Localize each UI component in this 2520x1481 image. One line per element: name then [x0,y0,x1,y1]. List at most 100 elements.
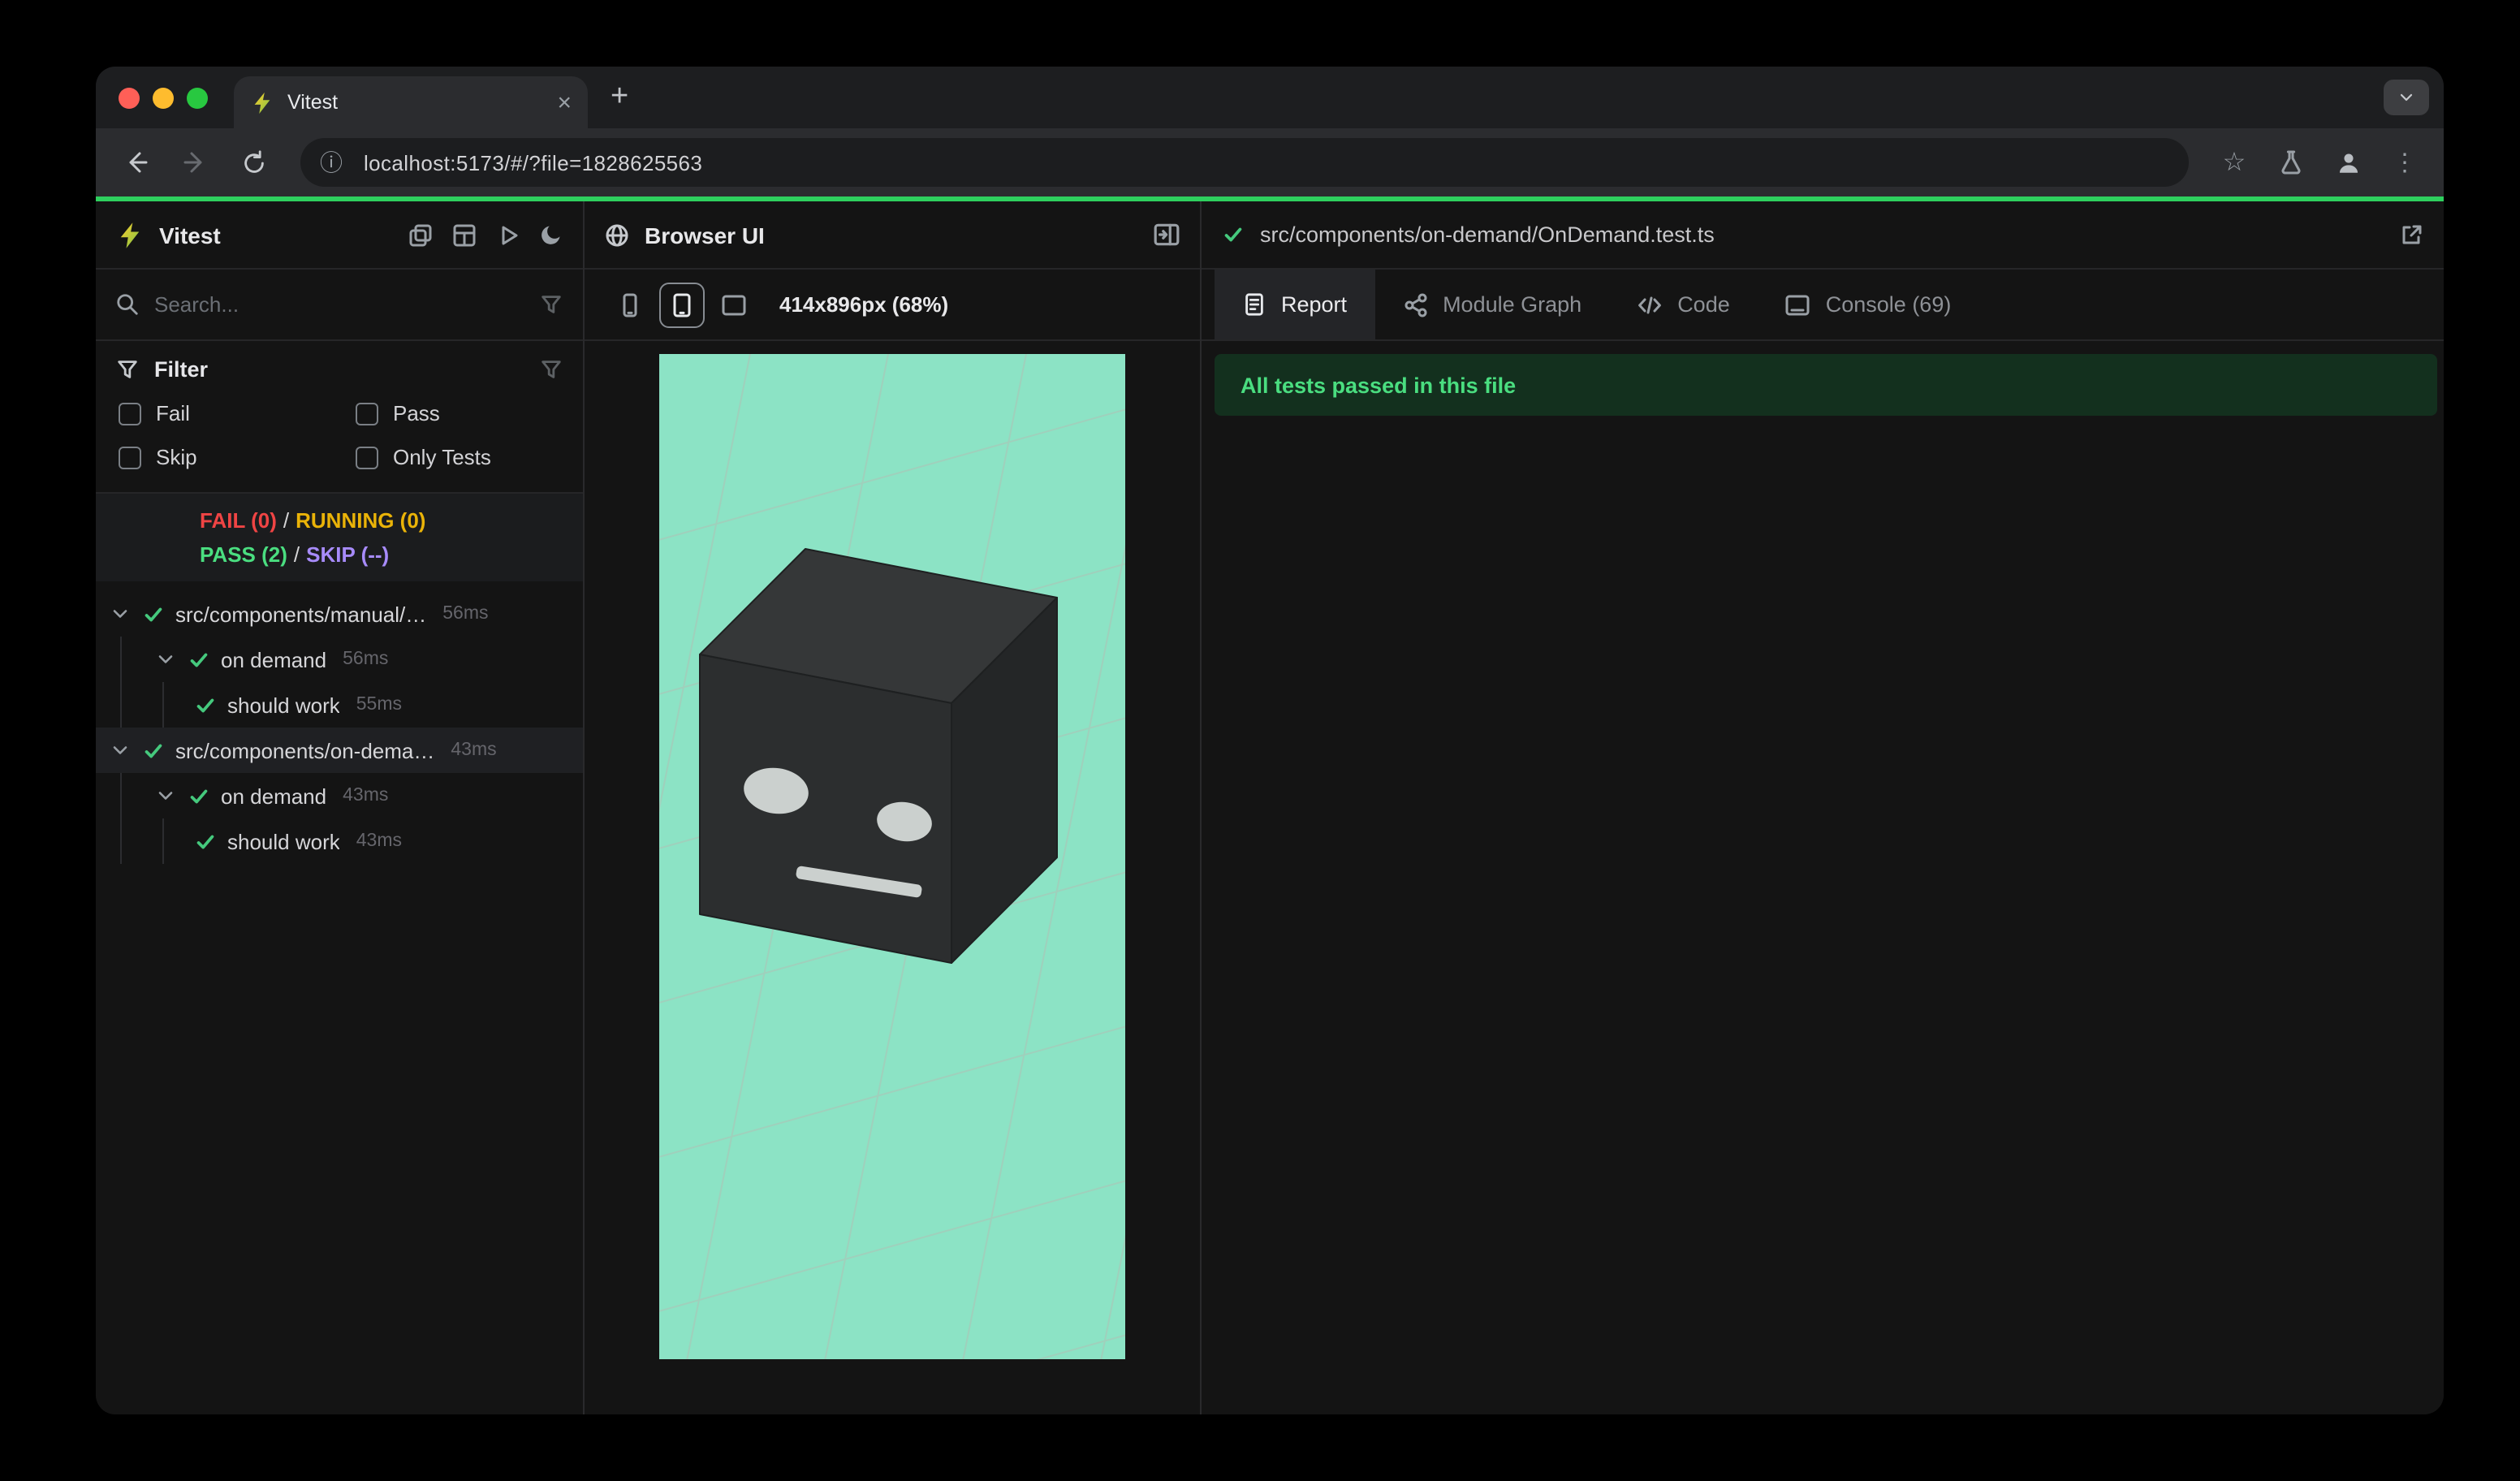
minimize-window-button[interactable] [153,87,174,108]
search-row [96,270,583,341]
chevron-down-icon[interactable] [154,648,177,671]
tab-close-icon[interactable]: × [557,90,572,114]
test-duration: 43ms [451,740,497,760]
search-input[interactable] [154,292,524,317]
dashboard-windows-icon[interactable] [408,222,434,248]
tab-module-graph[interactable]: Module Graph [1374,270,1609,339]
filter-checkbox-only-tests[interactable]: Only Tests [356,445,563,469]
tablet-icon [673,292,691,317]
clear-filter-icon[interactable] [539,292,563,317]
test-file-label: src/components/manual/… [175,602,427,626]
checkbox-label: Only Tests [393,445,491,469]
checkbox-label: Fail [156,401,190,425]
desktop: Vitest × + ⓘ localhost:5173/#/?file=1828… [0,0,2520,1481]
filter-checkbox-fail[interactable]: Fail [119,401,356,425]
checkbox[interactable] [356,446,378,468]
url-bar[interactable]: ⓘ localhost:5173/#/?file=1828625563 [300,138,2189,187]
test-file-label: src/components/on-dema… [175,738,435,762]
dark-mode-moon-icon[interactable] [539,222,563,247]
tree-row-file-selected[interactable]: src/components/on-dema… 43ms [96,728,583,773]
tab-search-button[interactable] [2384,80,2429,115]
tab-report[interactable]: Report [1215,270,1375,339]
back-arrow-icon [129,152,148,173]
tab-label: Report [1281,292,1348,317]
checkbox-label: Skip [156,445,197,469]
profile-avatar-icon[interactable] [2325,140,2371,185]
test-suite-label: on demand [221,647,327,671]
pass-check-icon [190,652,208,667]
chevron-down-icon[interactable] [109,602,132,625]
tested-app-viewport[interactable] [659,354,1125,1359]
back-button[interactable] [112,138,161,187]
checkbox[interactable] [119,446,141,468]
site-info-icon[interactable]: ⓘ [313,145,349,180]
browser-ui-panel: Browser UI 414x896px (68%) [585,201,1202,1414]
filter-reset-icon[interactable] [539,357,563,382]
robot-cube [699,548,1058,964]
tab-title: Vitest [287,91,339,114]
checkbox[interactable] [119,402,141,425]
test-summary: FAIL (0) / RUNNING (0) PASS (2) / SKIP (--) [96,494,583,581]
tree-row-test[interactable]: should work 55ms [96,682,583,728]
tab-code[interactable]: Code [1609,270,1758,339]
running-count: RUNNING (0) [296,508,426,533]
pass-check-icon [196,834,214,848]
console-icon [1786,294,1810,315]
bookmark-star-icon[interactable]: ☆ [2211,140,2257,185]
summary-line-2: PASS (2) / SKIP (--) [200,542,390,567]
maximize-window-button[interactable] [187,87,208,108]
open-panel-right-icon[interactable] [1153,221,1180,248]
test-suite-label: on demand [221,784,327,808]
tree-row-file[interactable]: src/components/manual/… 56ms [96,591,583,637]
tree-row-test[interactable]: should work 43ms [96,818,583,864]
tree-row-suite[interactable]: on demand 43ms [96,773,583,818]
sidebar-toolbar [408,222,563,248]
chevron-down-icon[interactable] [154,784,177,807]
test-duration: 55ms [356,695,402,715]
toolbar-actions: ☆ ⋮ [2211,140,2427,185]
test-tree: src/components/manual/… 56ms on demand 5… [96,581,583,1414]
browser-tab[interactable]: Vitest × [234,76,588,128]
layout-grid-icon[interactable] [451,222,477,248]
desktop-icon [722,294,746,315]
test-duration: 43ms [356,831,402,851]
browser-toolbar: ⓘ localhost:5173/#/?file=1828625563 ☆ ⋮ [96,128,2444,196]
filter-checkbox-skip[interactable]: Skip [119,445,356,469]
tab-strip: Vitest × + [96,67,2444,128]
chevron-down-icon[interactable] [109,739,132,762]
report-doc-icon [1245,293,1263,316]
tab-label: Code [1677,292,1730,317]
device-tablet-button[interactable] [659,282,705,327]
tab-console[interactable]: Console (69) [1758,270,1979,339]
chrome-labs-flask-icon[interactable] [2268,140,2314,185]
reload-button[interactable] [229,138,278,187]
forward-button[interactable] [170,138,219,187]
tree-row-suite[interactable]: on demand 56ms [96,637,583,682]
filter-section: Filter Fail Pass Skip Only Tests [96,341,583,494]
pass-check-icon [196,697,214,712]
device-phone-button[interactable] [607,282,653,327]
close-window-button[interactable] [119,87,140,108]
filter-checkbox-pass[interactable]: Pass [356,401,563,425]
vitest-logo-icon [120,222,140,248]
sidebar-header: Vitest [96,201,583,270]
forward-arrow-icon [183,152,202,173]
threejs-scene [659,354,1125,1359]
report-panel: src/components/on-demand/OnDemand.test.t… [1202,201,2444,1414]
app-title: Vitest [159,222,221,248]
code-icon [1638,296,1662,313]
new-tab-button[interactable]: + [611,80,628,115]
pass-check-icon [1224,227,1242,242]
device-desktop-button[interactable] [711,282,757,327]
pass-check-icon [145,743,162,758]
viewport-size-label: 414x896px (68%) [779,292,949,317]
run-all-play-icon[interactable] [495,222,521,248]
report-content: All tests passed in this file [1202,341,2444,1414]
open-in-editor-icon[interactable] [2398,222,2424,248]
checkbox[interactable] [356,402,378,425]
browser-menu-kebab-icon[interactable]: ⋮ [2382,140,2427,185]
search-icon [117,294,138,315]
module-graph-icon [1404,292,1426,317]
skip-count: SKIP (--) [306,542,390,567]
fail-count: FAIL (0) [200,508,277,533]
